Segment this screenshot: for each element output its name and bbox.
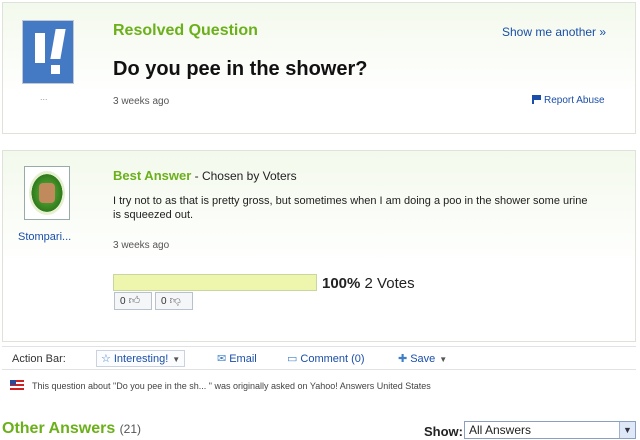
show-filter-value: All Answers: [469, 423, 532, 437]
origin-notice: This question about "Do you pee in the s…: [10, 380, 431, 391]
email-label: Email: [229, 353, 257, 365]
avatar-logo-mark: [35, 33, 45, 63]
envelope-icon: ✉: [217, 353, 227, 365]
thumbs-up-icon: 👍︎: [128, 295, 141, 307]
interesting-button[interactable]: ☆ Interesting! ▼: [96, 350, 186, 367]
show-another-link[interactable]: Show me another »: [502, 25, 606, 39]
vote-progress-bar: [113, 274, 317, 291]
best-answer-heading: Best Answer - Chosen by Voters: [113, 168, 297, 183]
show-filter-select[interactable]: All Answers ▼: [464, 421, 636, 439]
star-icon: ☆: [101, 353, 111, 365]
thumbs-up-count: 0: [120, 296, 126, 307]
show-filter-label: Show:: [424, 424, 463, 439]
vote-result: 100% 2 Votes: [322, 275, 415, 292]
origin-text: This question about "Do you pee in the s…: [32, 381, 431, 391]
best-answer-label: Best Answer: [113, 168, 192, 183]
avatar-logo-mark: [50, 29, 66, 59]
best-answer-panel: [2, 150, 636, 342]
comment-button[interactable]: ▭ Comment (0): [287, 352, 365, 365]
thumbs-down-button[interactable]: 0 👎︎: [155, 292, 193, 310]
best-answer-text: I try not to as that is pretty gross, bu…: [113, 195, 588, 221]
thumbs-down-icon: 👎︎: [169, 295, 181, 307]
chosen-by-text: - Chosen by Voters: [191, 169, 297, 183]
answerer-avatar[interactable]: [24, 166, 70, 220]
answerer-name-link[interactable]: Stompari...: [18, 231, 71, 243]
avatar-fist: [39, 183, 55, 203]
us-flag-icon: [10, 380, 24, 390]
question-title: Do you pee in the shower?: [113, 58, 368, 80]
other-answers-heading: Other Answers (21): [2, 420, 141, 438]
report-abuse-link[interactable]: Report Abuse: [532, 95, 605, 106]
vote-percent: 100%: [322, 275, 361, 292]
email-button[interactable]: ✉ Email: [217, 352, 257, 365]
question-avatar[interactable]: [22, 20, 74, 84]
thumbs-up-button[interactable]: 0 👍︎: [114, 292, 152, 310]
resolved-question-label: Resolved Question: [113, 22, 258, 39]
other-answers-title: Other Answers: [2, 420, 116, 437]
vote-count: 2 Votes: [364, 275, 415, 292]
question-timestamp: 3 weeks ago: [113, 96, 170, 107]
chevron-down-icon[interactable]: ▼: [619, 422, 635, 438]
save-button[interactable]: ✚ Save ▼: [398, 352, 447, 365]
save-label: Save: [410, 353, 436, 365]
chevron-down-icon: ▼: [172, 355, 181, 364]
action-bar: Action Bar: ☆ Interesting! ▼ ✉ Email ▭ Comme…: [2, 346, 636, 370]
comment-icon: ▭: [287, 353, 298, 365]
other-answers-count: (21): [119, 422, 142, 436]
action-bar-label: Action Bar:: [12, 353, 66, 365]
comment-label: Comment (0): [300, 353, 365, 365]
chevron-down-icon: ▼: [439, 355, 448, 364]
report-abuse-label: Report Abuse: [544, 95, 605, 106]
answer-timestamp: 3 weeks ago: [113, 240, 170, 251]
question-avatar-caption: ...: [40, 92, 48, 102]
avatar-logo-dot: [51, 65, 60, 74]
vote-progress-fill: [114, 275, 316, 290]
thumbs-down-count: 0: [161, 296, 167, 307]
flag-icon: [532, 95, 541, 104]
interesting-label: Interesting!: [113, 353, 169, 365]
plus-icon: ✚: [398, 353, 408, 365]
